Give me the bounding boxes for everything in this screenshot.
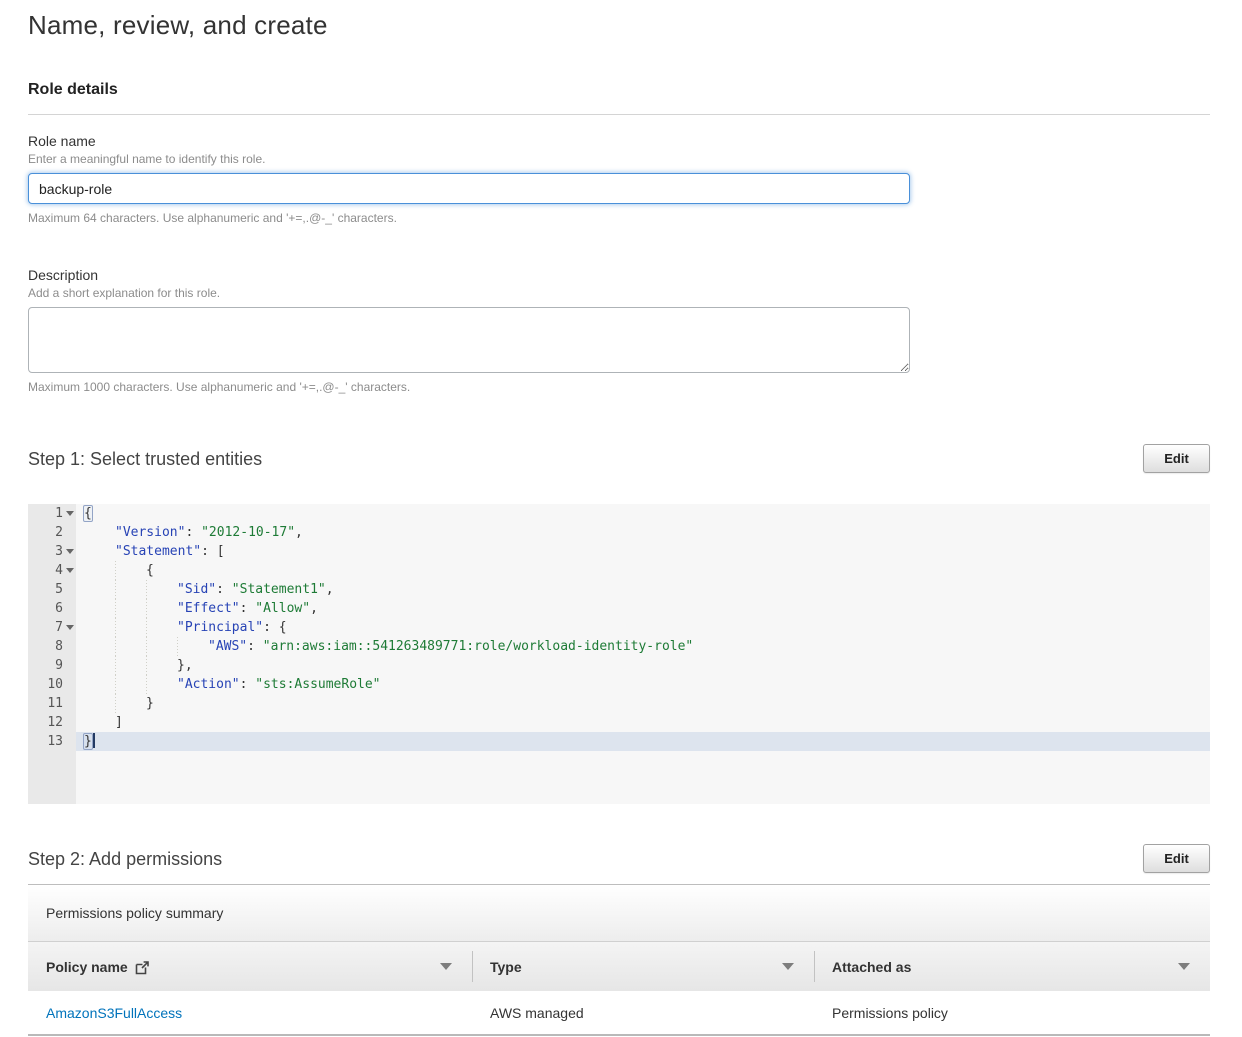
column-header-attached-as[interactable]: Attached as: [814, 942, 1210, 991]
permissions-table-header: Policy name Type Atta: [28, 941, 1210, 991]
line-number: 12: [28, 713, 76, 732]
policy-name-filter-icon[interactable]: [440, 963, 452, 970]
description-label: Description: [28, 267, 1210, 283]
policy-name-link[interactable]: AmazonS3FullAccess: [46, 1005, 182, 1021]
step2-edit-button[interactable]: Edit: [1143, 844, 1210, 873]
code-line[interactable]: "Statement": [: [76, 542, 1210, 561]
role-name-field: Role name Enter a meaningful name to ide…: [28, 133, 1210, 225]
step2-heading: Step 2: Add permissions: [28, 844, 222, 870]
code-line[interactable]: "Sid": "Statement1",: [76, 580, 1210, 599]
line-number: 6: [28, 599, 76, 618]
line-number: 10: [28, 675, 76, 694]
role-name-input[interactable]: [28, 173, 910, 204]
code-line[interactable]: {: [76, 561, 1210, 580]
role-details-heading: Role details: [28, 81, 1210, 99]
line-number: 11: [28, 694, 76, 713]
attached-as-cell: Permissions policy: [814, 1005, 1210, 1021]
code-line[interactable]: "Principal": {: [76, 618, 1210, 637]
page-title: Name, review, and create: [28, 10, 1210, 41]
line-number: 3: [28, 542, 76, 561]
line-number: 9: [28, 656, 76, 675]
code-line[interactable]: }: [76, 694, 1210, 713]
step1-header-row: Step 1: Select trusted entities Edit: [28, 444, 1210, 473]
type-filter-icon[interactable]: [782, 963, 794, 970]
line-number: 1: [28, 504, 76, 523]
attached-as-filter-icon[interactable]: [1178, 963, 1190, 970]
editor-code-area[interactable]: {"Version": "2012-10-17","Statement": [{…: [76, 504, 1210, 804]
role-name-constraint: Maximum 64 characters. Use alphanumeric …: [28, 211, 1210, 225]
step1-heading: Step 1: Select trusted entities: [28, 444, 262, 470]
code-line[interactable]: ]: [76, 713, 1210, 732]
line-number: 5: [28, 580, 76, 599]
line-number: 7: [28, 618, 76, 637]
fold-caret-icon[interactable]: [66, 625, 74, 630]
description-constraint: Maximum 1000 characters. Use alphanumeri…: [28, 380, 1210, 394]
permissions-summary-panel: Permissions policy summary Policy name: [28, 884, 1210, 1036]
line-number: 4: [28, 561, 76, 580]
code-line[interactable]: {: [76, 504, 1210, 523]
code-line[interactable]: "Version": "2012-10-17",: [76, 523, 1210, 542]
role-name-help: Enter a meaningful name to identify this…: [28, 152, 1210, 166]
name-review-create-page: Name, review, and create Role details Ro…: [0, 0, 1242, 1036]
description-input[interactable]: [28, 307, 910, 373]
description-help: Add a short explanation for this role.: [28, 286, 1210, 300]
code-line[interactable]: },: [76, 656, 1210, 675]
policy-name-column-label: Policy name: [46, 959, 128, 975]
fold-caret-icon[interactable]: [66, 549, 74, 554]
code-line[interactable]: }: [76, 732, 1210, 751]
line-number: 13: [28, 732, 76, 751]
external-link-icon: [135, 961, 149, 975]
line-number: 8: [28, 637, 76, 656]
description-field: Description Add a short explanation for …: [28, 267, 1210, 394]
code-line[interactable]: "Effect": "Allow",: [76, 599, 1210, 618]
column-header-policy-name[interactable]: Policy name: [28, 942, 472, 991]
type-column-label: Type: [490, 959, 522, 975]
role-details-divider: [28, 114, 1210, 115]
text-cursor: [93, 733, 95, 748]
table-row: AmazonS3FullAccess AWS managed Permissio…: [28, 991, 1210, 1036]
policy-document-editor[interactable]: 12345678910111213 {"Version": "2012-10-1…: [28, 504, 1210, 804]
column-header-type[interactable]: Type: [472, 942, 814, 991]
policy-type-cell: AWS managed: [472, 1005, 814, 1021]
role-name-label: Role name: [28, 133, 1210, 149]
attached-as-column-label: Attached as: [832, 959, 911, 975]
step1-edit-button[interactable]: Edit: [1143, 444, 1210, 473]
step2-header-row: Step 2: Add permissions Edit: [28, 844, 1210, 873]
fold-caret-icon[interactable]: [66, 511, 74, 516]
code-line[interactable]: "AWS": "arn:aws:iam::541263489771:role/w…: [76, 637, 1210, 656]
editor-line-number-gutter: 12345678910111213: [28, 504, 76, 804]
code-line[interactable]: "Action": "sts:AssumeRole": [76, 675, 1210, 694]
permissions-panel-title: Permissions policy summary: [28, 885, 1210, 941]
line-number: 2: [28, 523, 76, 542]
fold-caret-icon[interactable]: [66, 568, 74, 573]
